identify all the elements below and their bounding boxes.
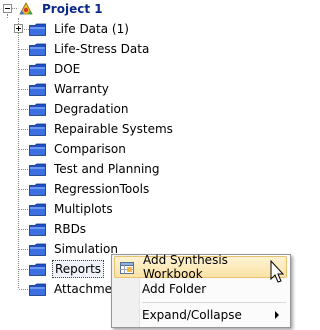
tree-item-repairable-systems[interactable]: Repairable Systems — [29, 120, 175, 138]
project-root[interactable]: Project 1 — [17, 0, 105, 18]
folder-icon — [29, 223, 46, 236]
menu-item-expand-collapse[interactable]: Expand/Collapse — [114, 304, 287, 326]
tree-item-life-stress-data[interactable]: Life-Stress Data — [29, 40, 151, 58]
folder-icon — [29, 23, 46, 36]
project-icon — [19, 2, 33, 15]
workbook-icon — [120, 262, 134, 274]
tree-item-rbds[interactable]: RBDs — [29, 220, 88, 238]
tree-item-doe[interactable]: DOE — [29, 60, 82, 78]
tree-item-label: Repairable Systems — [54, 122, 173, 136]
tree-item-regressiontools[interactable]: RegressionTools — [29, 180, 151, 198]
tree-item-label: DOE — [54, 62, 81, 76]
menu-separator — [142, 302, 286, 303]
menu-item-add-synthesis-workbook[interactable]: Add Synthesis Workbook — [114, 253, 287, 281]
tree-item-reports[interactable]: Reports — [29, 260, 105, 278]
life-data-expand-toggle[interactable] — [14, 24, 23, 33]
folder-icon — [29, 163, 46, 176]
tree-item-label: Comparison — [54, 142, 126, 156]
menu-item-label: Expand/Collapse — [142, 308, 242, 322]
tree-item-label: Life Data (1) — [54, 22, 129, 36]
folder-icon — [29, 283, 46, 296]
tree-item-label: Warranty — [54, 82, 109, 96]
tree-item-simulation[interactable]: Simulation — [29, 240, 120, 258]
menu-item-label: Add Folder — [142, 282, 207, 296]
folder-icon — [29, 103, 46, 116]
tree-item-label: RegressionTools — [54, 182, 150, 196]
tree-item-label: Reports — [52, 260, 105, 278]
folder-icon — [29, 43, 46, 56]
folder-icon — [29, 183, 46, 196]
menu-item-label: Add Synthesis Workbook — [143, 253, 228, 281]
menu-item-add-folder[interactable]: Add Folder — [114, 278, 287, 300]
tree-item-degradation[interactable]: Degradation — [29, 100, 130, 118]
folder-icon — [29, 243, 46, 256]
folder-icon — [29, 203, 46, 216]
tree-item-warranty[interactable]: Warranty — [29, 80, 111, 98]
tree-item-label: Multiplots — [54, 202, 113, 216]
tree-item-comparison[interactable]: Comparison — [29, 140, 128, 158]
tree-item-multiplots[interactable]: Multiplots — [29, 200, 115, 218]
mouse-pointer-icon — [270, 260, 285, 283]
folder-icon — [29, 63, 46, 76]
tree-item-label: Degradation — [54, 102, 129, 116]
tree-item-label: Simulation — [54, 242, 118, 256]
submenu-arrow-icon — [275, 311, 279, 319]
project-title: Project 1 — [42, 2, 103, 16]
folder-icon — [29, 143, 46, 156]
folder-icon — [29, 83, 46, 96]
context-menu: Add Synthesis Workbook Add Folder Expand… — [111, 253, 291, 328]
tree-item-label: Test and Planning — [54, 162, 160, 176]
tree-item-test-and-planning[interactable]: Test and Planning — [29, 160, 162, 178]
folder-icon — [29, 123, 46, 136]
tree-item-life-data-1[interactable]: Life Data (1) — [29, 20, 131, 38]
folder-icon — [29, 263, 46, 276]
tree-item-label: RBDs — [54, 222, 87, 236]
tree-item-label: Life-Stress Data — [54, 42, 150, 56]
root-collapse-toggle[interactable] — [3, 4, 12, 13]
